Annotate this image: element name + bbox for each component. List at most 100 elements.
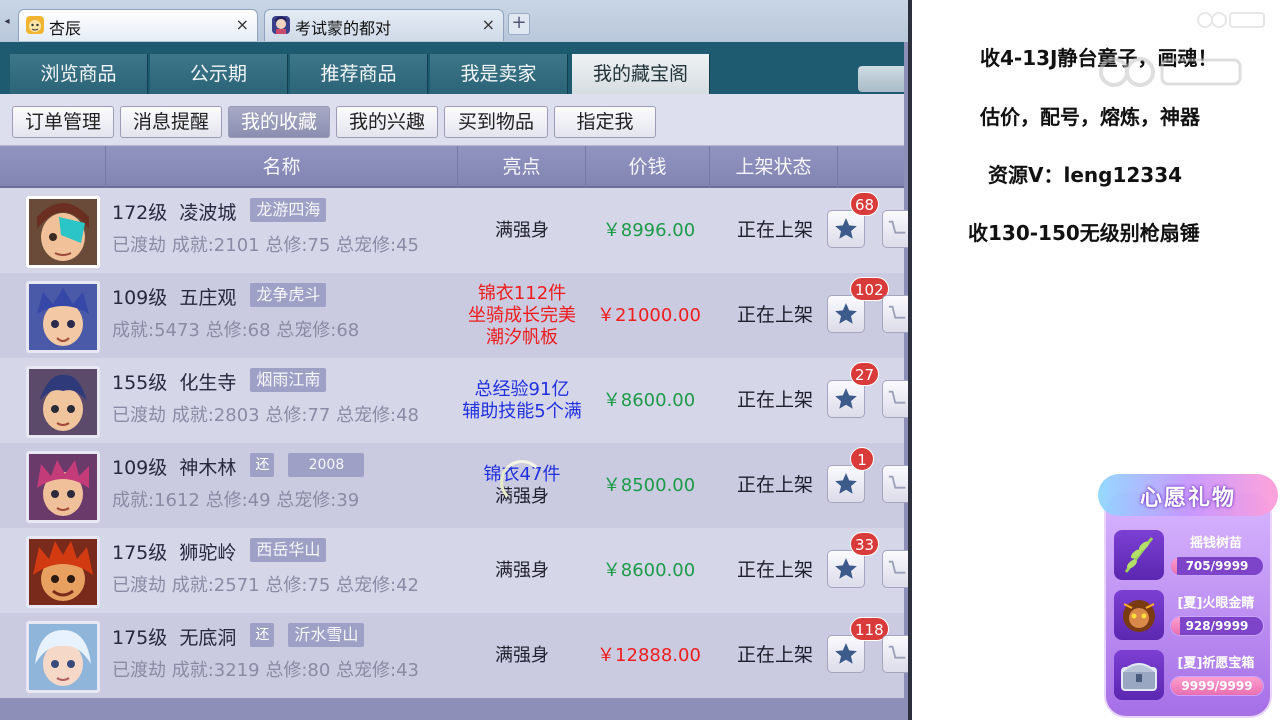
gift-name: [夏]祈愿宝箱 [1177,656,1255,671]
cart-button[interactable] [882,295,910,333]
character-name[interactable]: 109级 五庄观 龙争虎斗 [112,283,327,310]
column-header-highlight[interactable]: 亮点 [458,146,586,188]
cart-icon [888,390,906,404]
cart-button[interactable] [882,635,910,673]
overlay-text-line-3: 资源V：leng12334 [988,163,1183,187]
character-portrait-icon [272,16,290,34]
listing-status: 正在上架 [736,304,813,326]
nav-tab-browse[interactable]: 浏览商品 [10,54,148,94]
fire-eye-monkey-icon [1114,590,1164,640]
listing-status: 正在上架 [736,559,813,581]
sub-nav: 订单管理 消息提醒 我的收藏 我的兴趣 买到物品 指定我 [0,94,904,146]
subtab-messages[interactable]: 消息提醒 [120,106,222,138]
gift-progress-count: 705/9999 [1185,559,1249,573]
gift-progress-bar: 705/9999 [1170,556,1264,576]
cart-icon [888,645,906,659]
favorite-count-badge: 33 [850,532,880,556]
server-tag: 沂水雪山 [288,623,365,647]
cart-button[interactable] [882,465,910,503]
treasure-chest-icon [1114,650,1164,700]
avatar[interactable] [26,281,100,353]
browser-tab-1[interactable]: 杏辰 × [18,9,258,41]
gift-name: 摇钱树苗 [1189,536,1242,551]
cart-button[interactable] [882,380,910,418]
price: ￥8996.00 [602,220,696,241]
wish-gift-widget[interactable]: 心愿礼物 摇钱树苗 705/9999 [夏]火眼金睛 928/9999 [夏]祈… [1098,470,1278,718]
subtab-my-favorites[interactable]: 我的收藏 [228,106,330,138]
return-tag: 还 [250,623,275,647]
browser-window: ◂ 杏辰 × 考试蒙的都对 × + 浏览商品 公示期 推荐商品 我是卖家 我的藏… [0,0,910,720]
character-level: 109级 [112,457,168,479]
character-name[interactable]: 175级 狮驼岭 西岳华山 [112,538,327,565]
star-icon [835,218,857,239]
character-name[interactable]: 109级 神木林 还 2008 [112,453,365,480]
return-tag: 还 [250,453,275,477]
browser-tab-title: 杏辰 [49,19,82,38]
highlight-cell: 总经验91亿 辅助技能5个满 [458,364,586,438]
character-stats: 已渡劫 成就:2571 总修:75 总宠修:42 [112,575,419,596]
wish-gift-item[interactable]: 摇钱树苗 705/9999 [1114,528,1264,582]
close-icon[interactable]: × [236,15,249,34]
table-row[interactable]: 175级 狮驼岭 西岳华山 已渡劫 成就:2571 总修:75 总宠修:42 满… [0,528,910,613]
nav-tab-announcement[interactable]: 公示期 [150,54,288,94]
browser-tab-bar: ◂ 杏辰 × 考试蒙的都对 × + [0,0,910,42]
highlight-text: 锦衣112件 [477,283,567,304]
avatar[interactable] [26,366,100,438]
browser-tab-2[interactable]: 考试蒙的都对 × [264,9,504,41]
favorite-count-badge: 27 [850,362,880,386]
character-school: 凌波城 [179,202,237,224]
avatar[interactable] [26,451,100,523]
avatar[interactable] [26,621,100,693]
highlight-cell: 满强身 [458,194,586,268]
character-school: 神木林 [179,457,237,479]
overlay-text-line-2: 估价，配号，熔炼，神器 [980,105,1200,129]
table-row[interactable]: 109级 神木林 还 2008 成就:1612 总修:49 总宠修:39 锦衣4… [0,443,910,528]
column-header-price[interactable]: 价钱 [586,146,710,188]
server-tag: 西岳华山 [250,538,327,562]
table-row[interactable]: 172级 凌波城 龙游四海 已渡劫 成就:2101 总修:75 总宠修:45 满… [0,188,910,273]
character-level: 155级 [112,372,168,394]
avatar[interactable] [26,196,100,268]
star-icon [835,558,857,579]
avatar[interactable] [26,536,100,608]
highlight-text: 满强身 [495,560,549,581]
subtab-my-interests[interactable]: 我的兴趣 [336,106,438,138]
subtab-order-management[interactable]: 订单管理 [12,106,114,138]
character-level: 109级 [112,287,168,309]
highlight-text: 总经验91亿 [474,379,570,400]
money-tree-icon [1114,530,1164,580]
gift-progress-bar: 928/9999 [1170,616,1264,636]
cart-button[interactable] [882,210,910,248]
character-name[interactable]: 172级 凌波城 龙游四海 [112,198,327,225]
star-icon [835,473,857,494]
highlight-text: 坐骑成长完美 [468,305,576,326]
table-row[interactable]: 175级 无底洞 还 沂水雪山 已渡劫 成就:3219 总修:80 总宠修:43… [0,613,910,698]
wish-gift-item[interactable]: [夏]火眼金睛 928/9999 [1114,588,1264,642]
server-tag: 龙争虎斗 [250,283,327,307]
character-stats: 已渡劫 成就:3219 总修:80 总宠修:43 [112,660,419,681]
tab-scroll-left-button[interactable]: ◂ [0,12,14,32]
wish-gift-item[interactable]: [夏]祈愿宝箱 9999/9999 [1114,648,1264,702]
column-header-name[interactable]: 名称 [106,146,458,188]
character-name[interactable]: 155级 化生寺 烟雨江南 [112,368,327,395]
nav-tab-my-pavilion[interactable]: 我的藏宝阁 [572,54,710,94]
character-name[interactable]: 175级 无底洞 还 沂水雪山 [112,623,365,650]
new-tab-button[interactable]: + [508,13,530,35]
table-row[interactable]: 155级 化生寺 烟雨江南 已渡劫 成就:2803 总修:77 总宠修:48 总… [0,358,910,443]
column-header-status[interactable]: 上架状态 [710,146,838,188]
character-level: 172级 [112,202,168,224]
cart-button[interactable] [882,550,910,588]
highlight-cell: 满强身 [458,534,586,608]
close-icon[interactable]: × [482,15,495,34]
nav-tab-seller[interactable]: 我是卖家 [430,54,568,94]
star-icon [835,643,857,664]
subtab-assigned-me[interactable]: 指定我 [554,106,656,138]
subtab-purchased[interactable]: 买到物品 [444,106,548,138]
browser-tab-title: 考试蒙的都对 [295,19,392,38]
search-box[interactable] [858,66,904,92]
table-row[interactable]: 109级 五庄观 龙争虎斗 成就:5473 总修:68 总宠修:68 锦衣112… [0,273,910,358]
character-level: 175级 [112,627,168,649]
listing-status: 正在上架 [736,474,813,496]
nav-tab-recommended[interactable]: 推荐商品 [290,54,428,94]
character-stats: 已渡劫 成就:2101 总修:75 总宠修:45 [112,235,419,256]
